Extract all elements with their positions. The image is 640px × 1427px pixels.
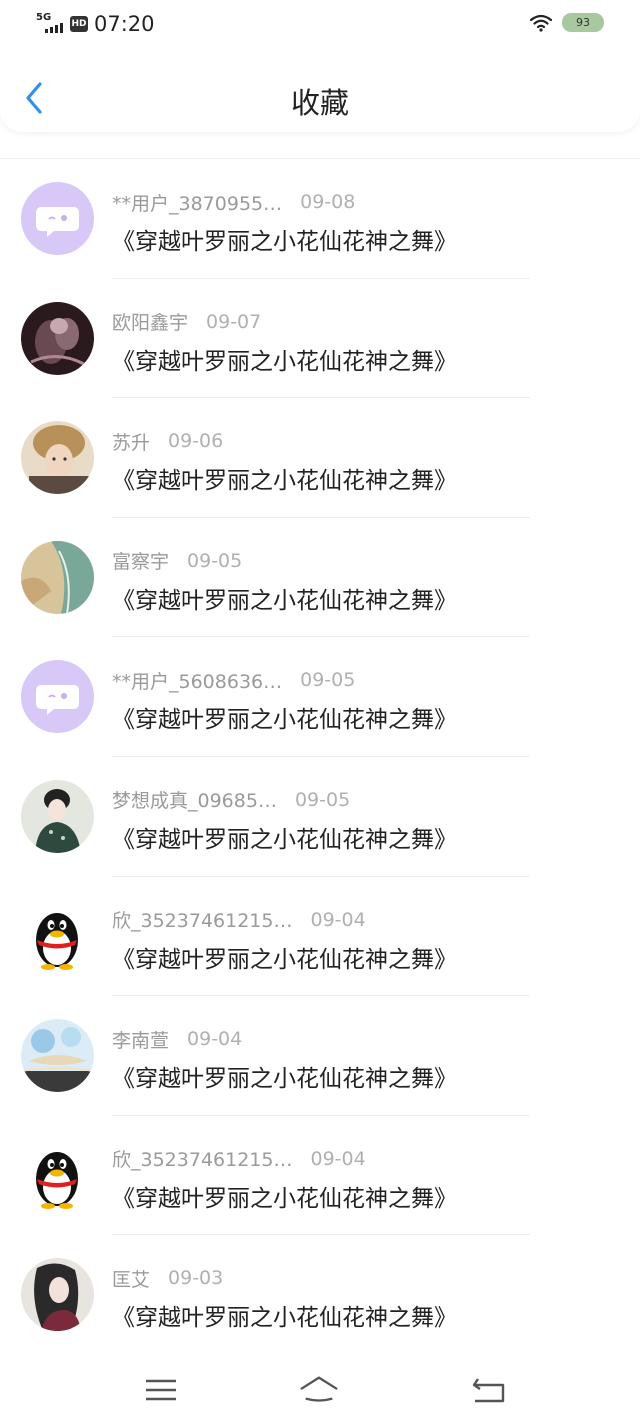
item-date: 09-05 [300, 669, 356, 692]
list-item[interactable]: **用户_3870955… 09-08 《穿越叶罗丽之小花仙花神之舞》 [0, 159, 640, 279]
item-meta: 李南萱 09-04 [112, 1026, 242, 1052]
chat-bubble-avatar [21, 660, 94, 734]
wifi-icon [530, 14, 552, 32]
user-name: **用户_3870955… [112, 192, 283, 215]
user-name: 欣_35237461215… [112, 910, 293, 933]
favorites-list: **用户_3870955… 09-08 《穿越叶罗丽之小花仙花神之舞》 欧阳鑫宇… [0, 158, 640, 1355]
item-meta: 欣_35237461215… 09-04 [112, 907, 366, 933]
illustration-avatar-boat [21, 1019, 94, 1093]
battery-icon: 93 [562, 13, 604, 32]
list-item[interactable]: **用户_5608636… 09-05 《穿越叶罗丽之小花仙花神之舞》 [0, 637, 640, 757]
user-name: **用户_5608636… [112, 670, 283, 693]
system-nav-bar [0, 1357, 640, 1427]
chat-bubble-avatar [21, 182, 94, 255]
list-item[interactable]: 李南萱 09-04 《穿越叶罗丽之小花仙花神之舞》 [0, 996, 640, 1116]
list-item[interactable]: 欣_35237461215… 09-04 《穿越叶罗丽之小花仙花神之舞》 [0, 877, 640, 997]
book-title: 《穿越叶罗丽之小花仙花神之舞》 [112, 229, 457, 255]
title-bar: 收藏 [0, 62, 640, 132]
user-name: 梦想成真_09685… [112, 790, 277, 813]
clock: 07:20 [94, 12, 155, 36]
item-meta: 苏升 09-06 [112, 428, 223, 454]
item-date: 09-05 [187, 549, 243, 572]
item-date: 09-04 [187, 1028, 243, 1051]
book-title: 《穿越叶罗丽之小花仙花神之舞》 [112, 1066, 457, 1093]
item-date: 09-04 [310, 908, 366, 931]
book-title: 《穿越叶罗丽之小花仙花神之舞》 [112, 1185, 457, 1212]
favorites-page: 5G HD 07:20 93 收藏 **用户_3870955… 09-08 《穿… [0, 0, 640, 1427]
qq-penguin-avatar [21, 899, 94, 973]
item-date: 09-07 [206, 310, 262, 333]
list-item[interactable]: 欣_35237461215… 09-04 《穿越叶罗丽之小花仙花神之舞》 [0, 1116, 640, 1236]
home-icon[interactable] [299, 1373, 339, 1407]
item-date: 09-03 [168, 1267, 224, 1290]
list-item[interactable]: 匡艾 09-03 《穿越叶罗丽之小花仙花神之舞》 [0, 1235, 640, 1355]
menu-icon[interactable] [141, 1373, 181, 1407]
header: 5G HD 07:20 93 收藏 [0, 0, 640, 132]
page-title: 收藏 [290, 86, 349, 120]
item-date: 09-04 [310, 1147, 366, 1170]
user-name: 欧阳鑫宇 [112, 312, 189, 335]
book-title: 《穿越叶罗丽之小花仙花神之舞》 [112, 348, 457, 375]
book-title: 《穿越叶罗丽之小花仙花神之舞》 [112, 468, 457, 495]
status-bar: 5G HD 07:20 93 [0, 0, 640, 50]
list-item[interactable]: 富察宇 09-05 《穿越叶罗丽之小花仙花神之舞》 [0, 518, 640, 638]
qq-penguin-avatar [21, 1138, 94, 1212]
book-title: 《穿越叶罗丽之小花仙花神之舞》 [112, 946, 457, 973]
book-title: 《穿越叶罗丽之小花仙花神之舞》 [112, 826, 457, 853]
item-meta: 欣_35237461215… 09-04 [112, 1146, 366, 1172]
network-type: 5G [36, 12, 52, 23]
back-icon[interactable] [470, 1373, 510, 1407]
item-date: 09-06 [168, 430, 224, 453]
item-meta: 欧阳鑫宇 09-07 [112, 309, 261, 335]
photo-avatar-dark [21, 301, 94, 375]
illustration-avatar-hair [21, 1258, 94, 1332]
illustration-avatar-lady [21, 779, 94, 853]
user-name: 李南萱 [112, 1029, 170, 1052]
item-date: 09-08 [300, 191, 356, 213]
item-meta: **用户_5608636… 09-05 [112, 667, 355, 693]
list-item[interactable]: 欧阳鑫宇 09-07 《穿越叶罗丽之小花仙花神之舞》 [0, 279, 640, 399]
item-meta: 梦想成真_09685… 09-05 [112, 787, 350, 813]
status-left: 5G HD 07:20 [36, 12, 155, 36]
user-name: 富察宇 [112, 551, 170, 574]
book-title: 《穿越叶罗丽之小花仙花神之舞》 [112, 707, 457, 734]
photo-avatar-sea [21, 540, 94, 614]
signal-icon: 5G [36, 12, 66, 35]
list-item[interactable]: 梦想成真_09685… 09-05 《穿越叶罗丽之小花仙花神之舞》 [0, 757, 640, 877]
book-title: 《穿越叶罗丽之小花仙花神之舞》 [112, 1305, 457, 1332]
user-name: 匡艾 [112, 1268, 151, 1291]
item-meta: **用户_3870955… 09-08 [112, 189, 355, 215]
user-name: 欣_35237461215… [112, 1149, 293, 1172]
hd-badge: HD [70, 16, 88, 32]
book-title: 《穿越叶罗丽之小花仙花神之舞》 [112, 587, 457, 614]
item-meta: 富察宇 09-05 [112, 548, 242, 574]
photo-avatar-portrait [21, 421, 94, 495]
status-right: 93 [530, 13, 604, 32]
list-item[interactable]: 苏升 09-06 《穿越叶罗丽之小花仙花神之舞》 [0, 398, 640, 518]
user-name: 苏升 [112, 431, 151, 454]
item-date: 09-05 [294, 788, 351, 811]
item-meta: 匡艾 09-03 [112, 1265, 223, 1291]
